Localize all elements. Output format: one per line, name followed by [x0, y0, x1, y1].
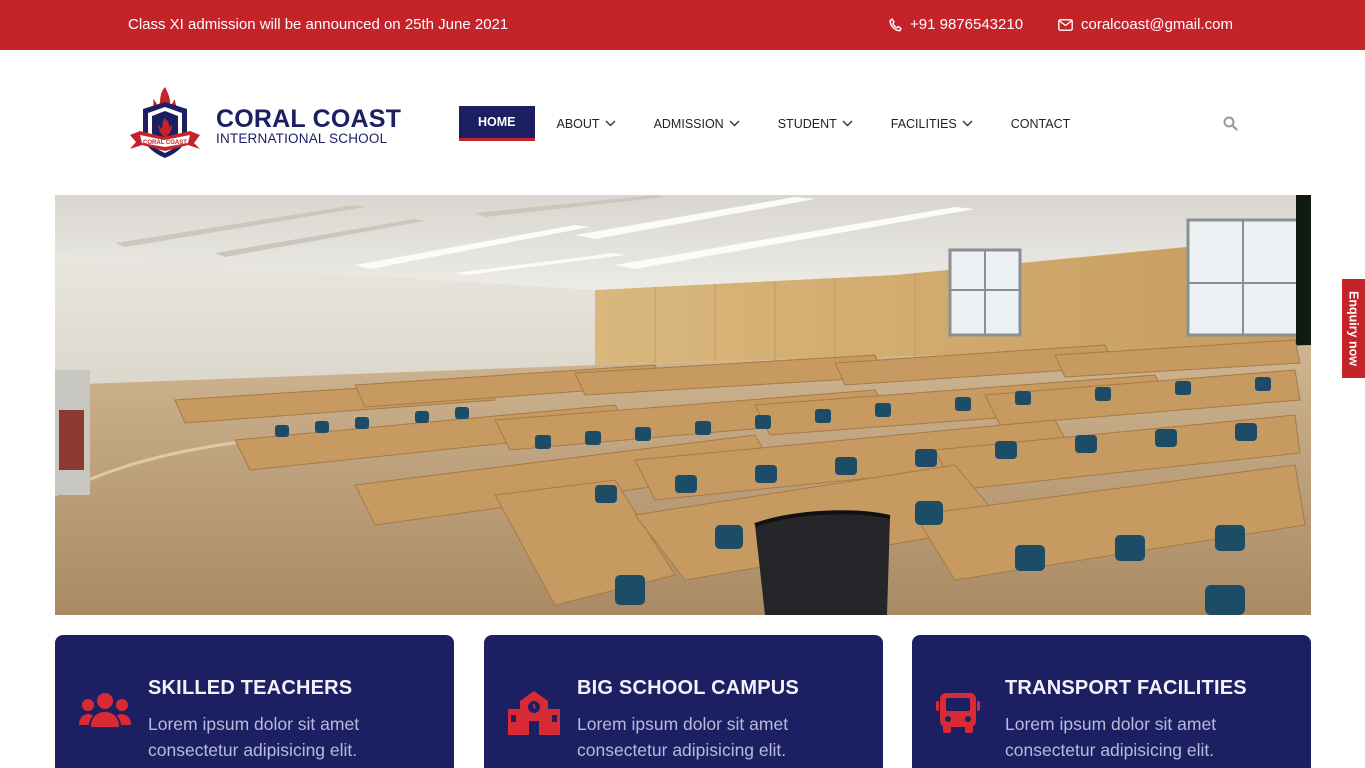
- hero-classroom-image: [55, 195, 1311, 615]
- feature-title: TRANSPORT FACILITIES: [1005, 677, 1247, 699]
- feature-title: SKILLED TEACHERS: [148, 677, 353, 699]
- chevron-down-icon: [842, 120, 853, 127]
- enquiry-now-tab[interactable]: Enquiry now: [1341, 278, 1365, 379]
- bus-icon: [936, 691, 980, 740]
- email-link[interactable]: coralcoast@gmail.com: [1058, 16, 1233, 34]
- chevron-down-icon: [729, 120, 740, 127]
- phone-icon: [889, 18, 902, 32]
- crest-badge-text: CORAL COAST: [143, 140, 187, 146]
- site-header: CORAL COAST CORAL COAST INTERNATIONAL SC…: [0, 50, 1365, 195]
- school-name: CORAL COAST: [216, 104, 402, 133]
- nav-item-contact[interactable]: CONTACT: [992, 106, 1090, 141]
- nav-label-about: ABOUT: [556, 116, 600, 131]
- users-icon: [79, 691, 131, 736]
- nav-item-home[interactable]: HOME: [459, 106, 535, 141]
- nav-item-facilities[interactable]: FACILITIES: [872, 106, 992, 141]
- chevron-down-icon: [962, 120, 973, 127]
- school-subtitle: INTERNATIONAL SCHOOL: [216, 130, 388, 146]
- search-button[interactable]: [1223, 116, 1238, 136]
- nav-label-admission: ADMISSION: [653, 116, 724, 131]
- feature-card-teachers: SKILLED TEACHERS Lorem ipsum dolor sit a…: [55, 635, 454, 768]
- feature-card-campus: BIG SCHOOL CAMPUS Lorem ipsum dolor sit …: [484, 635, 883, 768]
- nav-label-student: STUDENT: [777, 116, 837, 131]
- school-crest-icon: CORAL COAST: [128, 85, 202, 166]
- envelope-icon: [1058, 19, 1073, 31]
- admission-announcement: Class XI admission will be announced on …: [128, 16, 509, 33]
- feature-text: Lorem ipsum dolor sit amet consectetur a…: [148, 714, 360, 760]
- school-icon: [508, 691, 560, 740]
- top-announcement-bar: Class XI admission will be announced on …: [0, 0, 1365, 50]
- nav-label-contact: CONTACT: [1010, 116, 1071, 131]
- school-logo[interactable]: CORAL COAST CORAL COAST INTERNATIONAL SC…: [128, 85, 401, 166]
- chevron-down-icon: [605, 120, 616, 127]
- feature-text: Lorem ipsum dolor sit amet consectetur a…: [1005, 714, 1217, 760]
- feature-title: BIG SCHOOL CAMPUS: [577, 677, 799, 699]
- phone-number: +91 9876543210: [910, 16, 1024, 33]
- nav-label-facilities: FACILITIES: [890, 116, 957, 131]
- phone-link[interactable]: +91 9876543210: [889, 16, 1023, 34]
- nav-item-about[interactable]: ABOUT: [538, 106, 635, 141]
- feature-card-transport: TRANSPORT FACILITIES Lorem ipsum dolor s…: [912, 635, 1311, 768]
- nav-label-home: HOME: [478, 115, 516, 129]
- search-icon: [1223, 116, 1238, 135]
- nav-item-admission[interactable]: ADMISSION: [635, 106, 759, 141]
- nav-item-student[interactable]: STUDENT: [759, 106, 872, 141]
- email-address: coralcoast@gmail.com: [1081, 16, 1233, 33]
- feature-text: Lorem ipsum dolor sit amet consectetur a…: [577, 714, 789, 760]
- main-navigation: HOME ABOUT ADMISSION STUDENT FACILITIES …: [459, 106, 1089, 141]
